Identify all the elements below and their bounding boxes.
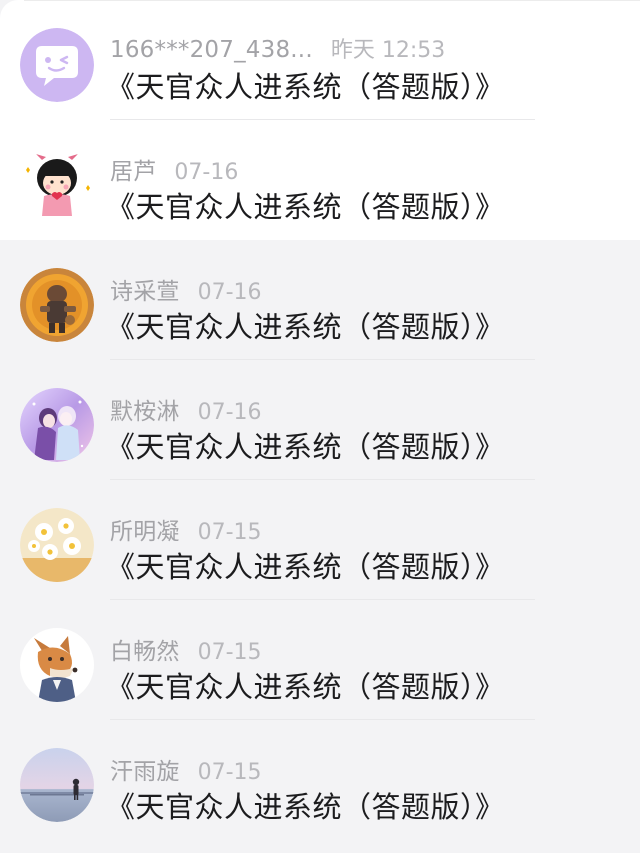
message-meta: 居芦 07-16 [110,152,238,186]
adventurer-figure-avatar[interactable] [20,268,94,342]
message-title: 《天官众人进系统（答题版）》 [106,190,505,224]
message-title: 《天官众人进系统（答题版）》 [106,70,505,104]
message-time: 07-15 [197,760,262,785]
message-time: 07-15 [197,520,262,545]
message-meta: 默桉淋 07-16 [110,392,262,426]
list-item[interactable]: 白畅然 07-15 《天官众人进系统（答题版）》 [0,600,640,720]
message-time: 07-16 [174,160,239,185]
message-list-screen: 166***207_438... 昨天 12:53 《天官众人进系统（答题版）》 [0,0,640,853]
message-title: 《天官众人进系统（答题版）》 [106,430,505,464]
message-meta: 白畅然 07-15 [110,632,262,666]
message-meta: 166***207_438... 昨天 12:53 [110,32,445,64]
message-meta: 所明凝 07-15 [110,512,262,546]
sender-name: 诗采萱 [110,279,180,305]
sender-name: 汗雨旋 [110,759,180,785]
message-time: 昨天 12:53 [330,38,446,63]
wink-face-bubble-avatar[interactable] [20,28,94,102]
message-time: 07-16 [197,400,262,425]
list-item[interactable]: 居芦 07-16 《天官众人进系统（答题版）》 [0,120,640,240]
message-title: 《天官众人进系统（答题版）》 [106,790,505,824]
list-item[interactable]: 汗雨旋 07-15 《天官众人进系统（答题版）》 [0,720,640,840]
message-title: 《天官众人进系统（答题版）》 [106,670,505,704]
sender-name: 所明凝 [110,519,180,545]
list-item[interactable]: 166***207_438... 昨天 12:53 《天官众人进系统（答题版）》 [0,0,640,120]
sender-name: 白畅然 [110,639,180,665]
daisy-flowers-avatar[interactable] [20,508,94,582]
list-item[interactable]: 所明凝 07-15 《天官众人进系统（答题版）》 [0,480,640,600]
cartoon-girl-heart-avatar[interactable] [20,148,94,222]
message-meta: 汗雨旋 07-15 [110,752,262,786]
fox-character-avatar[interactable] [20,628,94,702]
message-meta: 诗采萱 07-16 [110,272,262,306]
sender-name: 166***207_438... [110,37,313,63]
sender-name: 居芦 [110,159,157,185]
anime-couple-avatar[interactable] [20,388,94,462]
message-time: 07-16 [197,280,262,305]
message-list: 166***207_438... 昨天 12:53 《天官众人进系统（答题版）》 [0,0,640,840]
seaside-figure-avatar[interactable] [20,748,94,822]
message-title: 《天官众人进系统（答题版）》 [106,310,505,344]
message-time: 07-15 [197,640,262,665]
message-title: 《天官众人进系统（答题版）》 [106,550,505,584]
sender-name: 默桉淋 [110,399,180,425]
list-item[interactable]: 诗采萱 07-16 《天官众人进系统（答题版）》 [0,240,640,360]
list-item[interactable]: 默桉淋 07-16 《天官众人进系统（答题版）》 [0,360,640,480]
